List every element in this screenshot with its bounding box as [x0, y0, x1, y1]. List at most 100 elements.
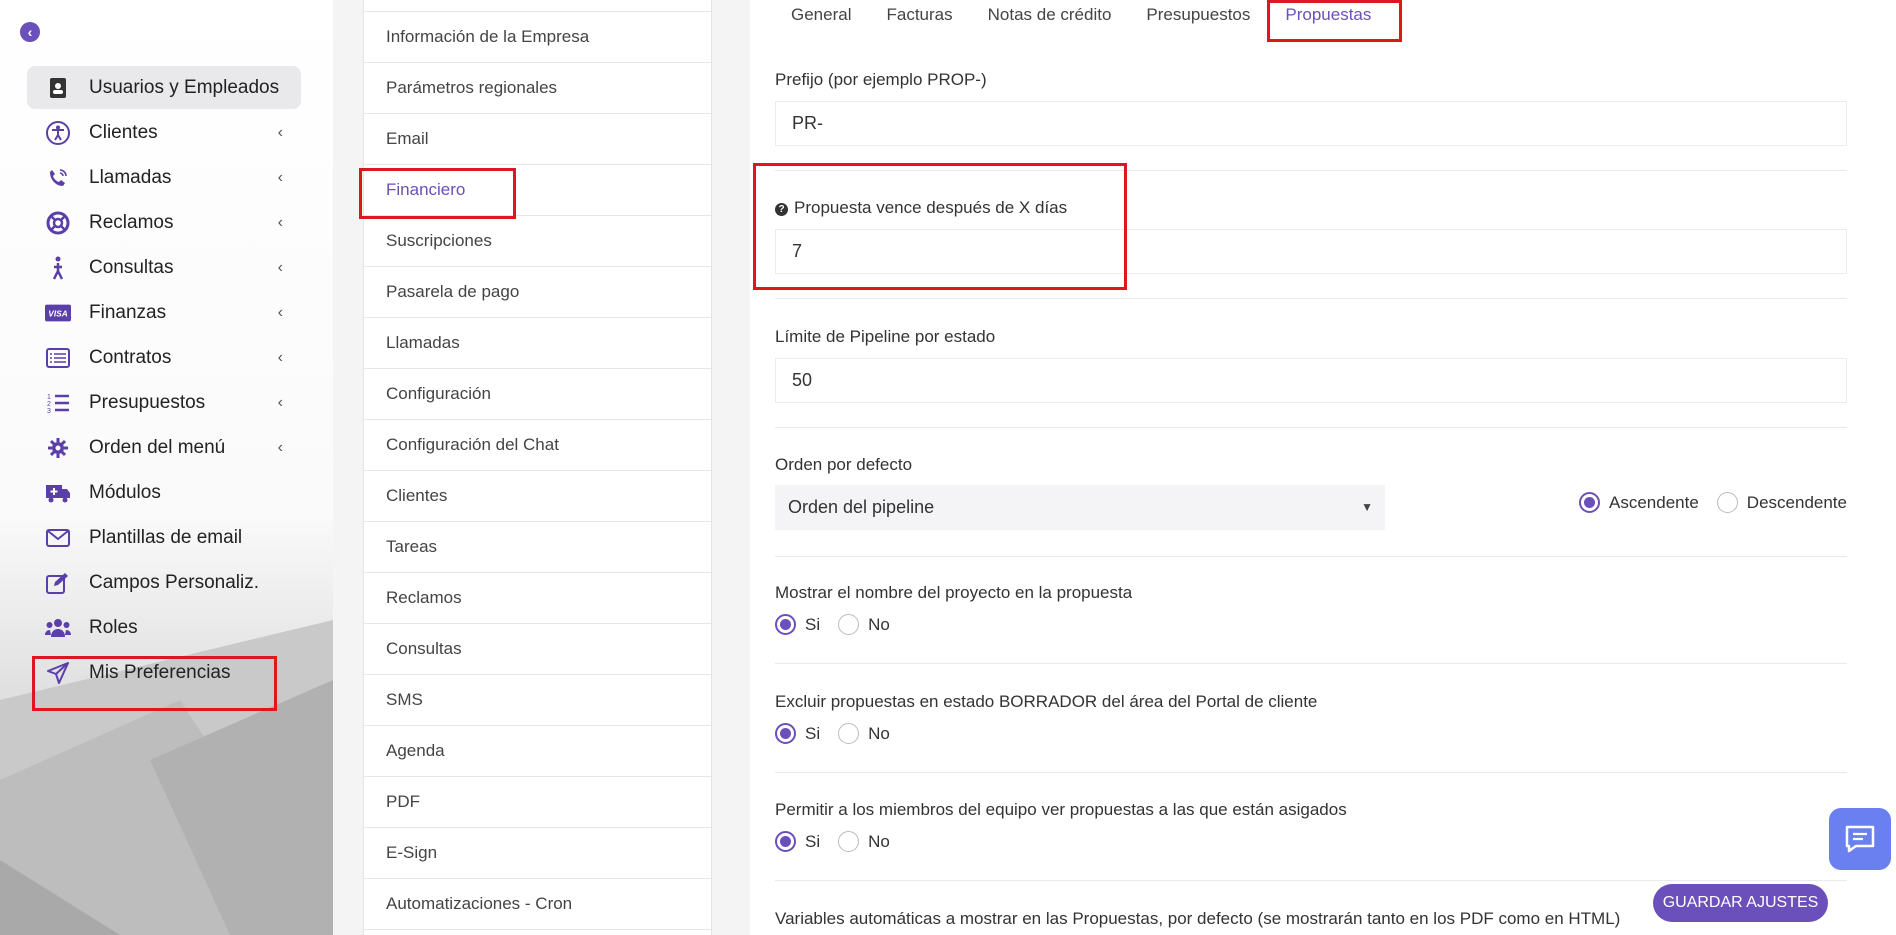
- back-icon[interactable]: ‹: [20, 22, 40, 42]
- life-ring-icon: [45, 211, 71, 235]
- pipeline-limit-input[interactable]: 50: [775, 358, 1847, 403]
- default-order-select[interactable]: Orden del pipeline ▼: [775, 485, 1385, 530]
- sidebar-item-roles[interactable]: Roles: [27, 606, 301, 649]
- svg-text:2: 2: [47, 401, 51, 408]
- menu-item-e-sign[interactable]: E-Sign: [364, 828, 711, 879]
- sidebar-item-label: Usuarios y Empleados: [89, 76, 280, 98]
- sidebar-item-label: Módulos: [89, 481, 161, 503]
- radio-descendente[interactable]: Descendente: [1716, 492, 1847, 513]
- sidebar-item-contratos[interactable]: Contratos ‹: [27, 336, 301, 379]
- sidebar-item-label: Reclamos: [89, 211, 174, 233]
- tab-notas-credito[interactable]: Notas de crédito: [988, 0, 1112, 38]
- numbered-list-icon: 123: [45, 391, 71, 415]
- highlight-box-expiry: [753, 163, 1127, 290]
- exclude-draft-group: Si No: [775, 723, 908, 744]
- order-direction-group: Ascendente Descendente: [1579, 492, 1847, 513]
- sidebar-item-label: Consultas: [89, 256, 174, 278]
- settings-menu: Información de la Empresa Parámetros reg…: [363, 0, 712, 935]
- visa-card-icon: VISA: [45, 301, 71, 325]
- settings-content: General Facturas Notas de crédito Presup…: [750, 0, 1896, 935]
- radio-checked[interactable]: [1579, 492, 1600, 513]
- tab-presupuestos[interactable]: Presupuestos: [1146, 0, 1250, 38]
- tab-general[interactable]: General: [791, 0, 851, 38]
- sidebar-item-usuarios[interactable]: Usuarios y Empleados: [27, 66, 301, 109]
- divider: [775, 772, 1847, 773]
- radio-si-label: Si: [805, 723, 821, 743]
- divider: [775, 663, 1847, 664]
- menu-item-informacion-empresa[interactable]: Información de la Empresa: [364, 12, 711, 63]
- radio-no[interactable]: No: [838, 614, 890, 635]
- users-icon: [45, 616, 71, 640]
- menu-item-llamadas[interactable]: Llamadas: [364, 318, 711, 369]
- sidebar-item-modulos[interactable]: Módulos: [27, 471, 301, 514]
- menu-item-pasarela-pago[interactable]: Pasarela de pago: [364, 267, 711, 318]
- radio-unchecked[interactable]: [838, 723, 860, 744]
- sidebar-item-orden-menu[interactable]: Orden del menú ‹: [27, 426, 301, 469]
- chevron-left-icon: ‹: [277, 258, 283, 276]
- chevron-left-icon: ‹: [277, 123, 283, 141]
- chat-button[interactable]: [1829, 808, 1891, 870]
- menu-item-consultas[interactable]: Consultas: [364, 624, 711, 675]
- list-window-icon: [45, 346, 71, 370]
- prefix-label: Prefijo (por ejemplo PROP-): [775, 70, 987, 89]
- divider: [775, 427, 1847, 428]
- sidebar-item-label: Finanzas: [89, 301, 167, 323]
- sidebar-item-presupuestos[interactable]: 123 Presupuestos ‹: [27, 381, 301, 424]
- menu-item-agenda[interactable]: Agenda: [364, 726, 711, 777]
- highlight-box-mis-preferencias: [32, 656, 277, 711]
- sidebar-item-reclamos[interactable]: Reclamos ‹: [27, 201, 301, 244]
- menu-item-configuracion[interactable]: Configuración: [364, 369, 711, 420]
- walking-person-icon: [45, 256, 71, 280]
- menu-item-sms[interactable]: SMS: [364, 675, 711, 726]
- menu-item-pdf[interactable]: PDF: [364, 777, 711, 828]
- radio-unchecked[interactable]: [1716, 492, 1738, 513]
- sidebar-item-clientes[interactable]: Clientes ‹: [27, 111, 301, 154]
- radio-no[interactable]: No: [838, 723, 890, 744]
- sidebar-item-llamadas[interactable]: Llamadas ‹: [27, 156, 301, 199]
- menu-item-clientes[interactable]: Clientes: [364, 471, 711, 522]
- menu-item-configuracion-chat[interactable]: Configuración del Chat: [364, 420, 711, 471]
- radio-checked[interactable]: [775, 831, 796, 852]
- radio-si[interactable]: Si: [775, 723, 820, 744]
- edit-icon: [45, 571, 71, 595]
- envelope-icon: [45, 526, 71, 550]
- save-settings-button[interactable]: GUARDAR AJUSTES: [1653, 884, 1828, 922]
- tab-facturas[interactable]: Facturas: [886, 0, 952, 38]
- radio-unchecked[interactable]: [838, 614, 860, 635]
- contact-book-icon: [45, 76, 71, 100]
- menu-item-automatizaciones-cron[interactable]: Automatizaciones - Cron: [364, 879, 711, 930]
- menu-item-suscripciones[interactable]: Suscripciones: [364, 216, 711, 267]
- radio-checked[interactable]: [775, 723, 796, 744]
- chevron-left-icon: ‹: [277, 438, 283, 456]
- sidebar-item-finanzas[interactable]: VISA Finanzas ‹: [27, 291, 301, 334]
- radio-no[interactable]: No: [838, 831, 890, 852]
- chat-icon: [1845, 825, 1875, 853]
- prefix-input[interactable]: PR-: [775, 101, 1847, 146]
- radio-no-label: No: [868, 614, 890, 634]
- divider: [775, 556, 1847, 557]
- radio-si[interactable]: Si: [775, 614, 820, 635]
- radio-checked[interactable]: [775, 614, 796, 635]
- menu-item-email[interactable]: Email: [364, 114, 711, 165]
- highlight-box-propuestas: [1267, 0, 1402, 42]
- menu-item-tareas[interactable]: Tareas: [364, 522, 711, 573]
- radio-si-label: Si: [805, 614, 821, 634]
- radio-ascendente[interactable]: Ascendente: [1579, 492, 1699, 513]
- chevron-left-icon: ‹: [277, 303, 283, 321]
- menu-item-reclamos[interactable]: Reclamos: [364, 573, 711, 624]
- sidebar-item-plantillas-email[interactable]: Plantillas de email: [27, 516, 301, 559]
- sidebar-item-label: Llamadas: [89, 166, 172, 188]
- menu-item-parametros-regionales[interactable]: Parámetros regionales: [364, 63, 711, 114]
- chevron-left-icon: ‹: [277, 393, 283, 411]
- show-project-label: Mostrar el nombre del proyecto en la pro…: [775, 583, 1133, 602]
- team-members-label: Permitir a los miembros del equipo ver p…: [775, 800, 1347, 819]
- radio-si[interactable]: Si: [775, 831, 820, 852]
- default-order-label: Orden por defecto: [775, 455, 913, 474]
- sidebar-item-campos-personaliz[interactable]: Campos Personaliz.: [27, 561, 301, 604]
- radio-unchecked[interactable]: [838, 831, 860, 852]
- radio-ascendente-label: Ascendente: [1609, 492, 1699, 512]
- chevron-left-icon: ‹: [277, 348, 283, 366]
- svg-text:3: 3: [47, 408, 51, 414]
- show-project-group: Si No: [775, 614, 908, 635]
- sidebar-item-consultas[interactable]: Consultas ‹: [27, 246, 301, 289]
